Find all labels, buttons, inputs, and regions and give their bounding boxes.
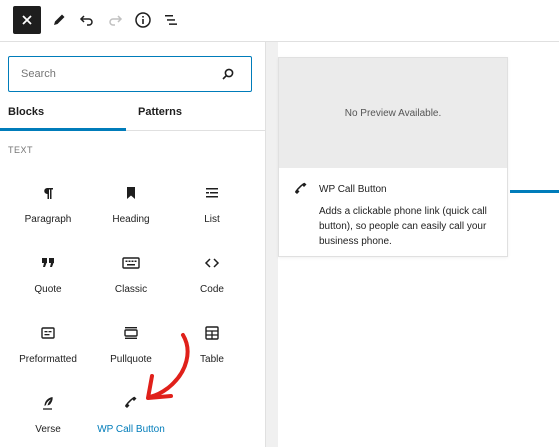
block-label: Quote xyxy=(34,284,62,295)
preview-title: WP Call Button xyxy=(319,184,387,195)
inserter-tabs: Blocks Patterns xyxy=(0,102,265,131)
block-preformatted[interactable]: Preformatted xyxy=(3,322,93,365)
block-label: Classic xyxy=(114,284,148,295)
preformatted-icon xyxy=(41,327,55,339)
block-label: Paragraph xyxy=(24,214,72,225)
block-label: Verse xyxy=(35,424,61,435)
block-label: List xyxy=(204,214,220,225)
bookmark-icon xyxy=(127,187,135,199)
block-label: Heading xyxy=(112,214,150,225)
details-button[interactable] xyxy=(129,6,157,34)
search-icon xyxy=(222,68,234,80)
block-inserter-panel: Search Blocks Patterns TEXT Paragraph He… xyxy=(0,42,266,447)
paragraph-icon xyxy=(44,188,53,199)
block-heading[interactable]: Heading xyxy=(86,182,176,225)
insertion-point-indicator xyxy=(510,190,559,193)
phone-icon xyxy=(295,182,307,194)
code-icon xyxy=(204,258,220,268)
section-title: TEXT xyxy=(8,145,34,155)
preview-area: No Preview Available. xyxy=(279,58,507,168)
undo-icon xyxy=(79,15,93,26)
block-wp-call-button[interactable]: WP Call Button xyxy=(86,392,176,435)
block-verse[interactable]: Verse xyxy=(3,392,93,435)
block-label: Table xyxy=(200,354,224,365)
undo-button[interactable] xyxy=(73,6,101,34)
preview-description: Adds a clickable phone link (quick call … xyxy=(319,206,487,247)
redo-icon xyxy=(109,15,123,26)
pencil-icon xyxy=(54,14,65,25)
block-table[interactable]: Table xyxy=(167,322,257,365)
list-view-button[interactable] xyxy=(157,6,185,34)
phone-icon xyxy=(125,396,137,408)
block-classic[interactable]: Classic xyxy=(86,252,176,295)
block-code[interactable]: Code xyxy=(167,252,257,295)
block-pullquote[interactable]: Pullquote xyxy=(86,322,176,365)
block-label: Pullquote xyxy=(110,354,152,365)
search-input[interactable]: Search xyxy=(8,56,252,92)
redo-button[interactable] xyxy=(101,6,129,34)
pullquote-icon xyxy=(124,327,138,339)
tab-blocks[interactable]: Blocks xyxy=(8,106,44,118)
close-icon xyxy=(22,15,32,25)
feather-icon xyxy=(43,397,53,410)
keyboard-icon xyxy=(122,257,140,269)
block-label: Preformatted xyxy=(19,354,77,365)
tools-button[interactable] xyxy=(45,6,73,34)
quote-icon xyxy=(42,258,54,267)
info-icon xyxy=(135,12,151,28)
close-button[interactable] xyxy=(13,6,41,34)
tab-patterns[interactable]: Patterns xyxy=(138,106,182,118)
table-icon xyxy=(205,326,219,340)
top-toolbar xyxy=(0,0,559,42)
list-icon xyxy=(206,188,218,198)
block-preview-card: No Preview Available. WP Call Button Add… xyxy=(278,57,508,257)
no-preview-text: No Preview Available. xyxy=(344,108,442,119)
block-label: Code xyxy=(200,284,224,295)
block-paragraph[interactable]: Paragraph xyxy=(3,182,93,225)
block-quote[interactable]: Quote xyxy=(3,252,93,295)
block-list[interactable]: List xyxy=(167,182,257,225)
block-label: WP Call Button xyxy=(97,424,165,435)
search-placeholder: Search xyxy=(21,68,56,80)
list-view-icon xyxy=(165,15,177,25)
active-tab-indicator xyxy=(0,128,126,131)
